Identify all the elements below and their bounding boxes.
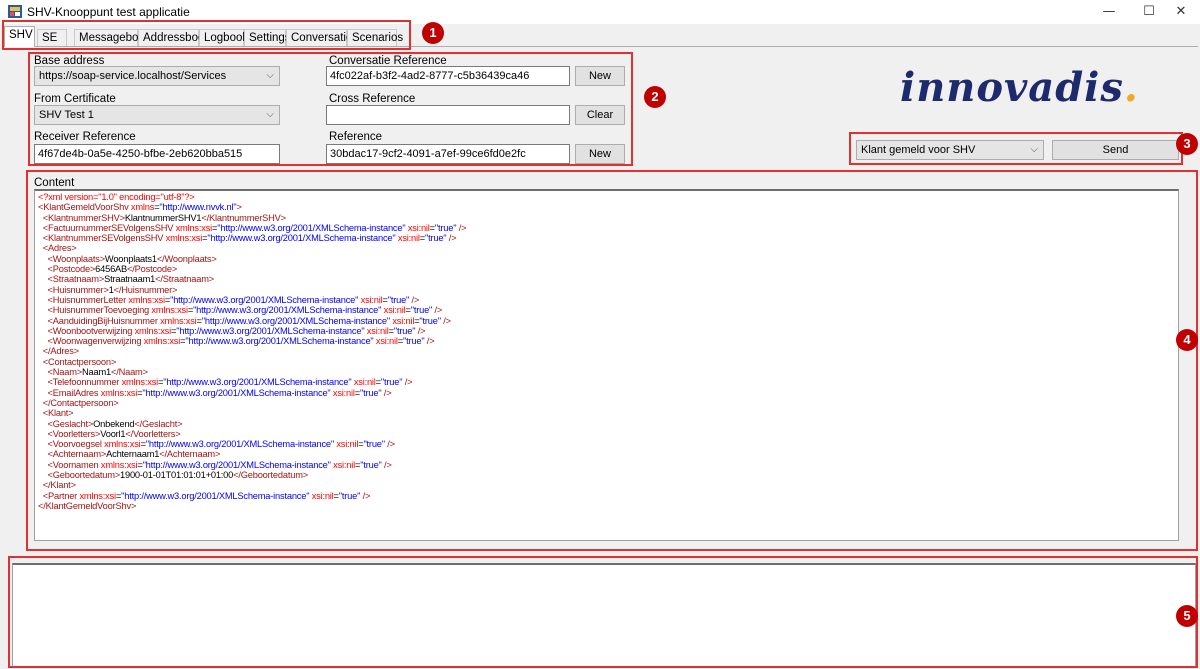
app-icon	[8, 5, 22, 18]
logo-dot: .	[1123, 64, 1139, 111]
window-title: SHV-Knooppunt test applicatie	[27, 5, 190, 19]
annotation-marker-5: 5	[1176, 605, 1198, 627]
close-button[interactable]: ✕	[1158, 0, 1200, 24]
annotation-box-2	[28, 52, 633, 166]
logo-text: innovadis	[900, 64, 1124, 111]
annotation-marker-4: 4	[1176, 329, 1198, 351]
annotation-box-1	[2, 20, 411, 50]
annotation-marker-2: 2	[644, 86, 666, 108]
annotation-box-3	[849, 132, 1183, 165]
tab-shv[interactable]: SHV	[4, 26, 35, 47]
annotation-marker-1: 1	[422, 22, 444, 44]
annotation-box-4	[26, 170, 1198, 551]
annotation-box-5	[8, 556, 1198, 668]
innovadis-logo: innovadis.	[900, 64, 1139, 111]
annotation-marker-3: 3	[1176, 133, 1198, 155]
